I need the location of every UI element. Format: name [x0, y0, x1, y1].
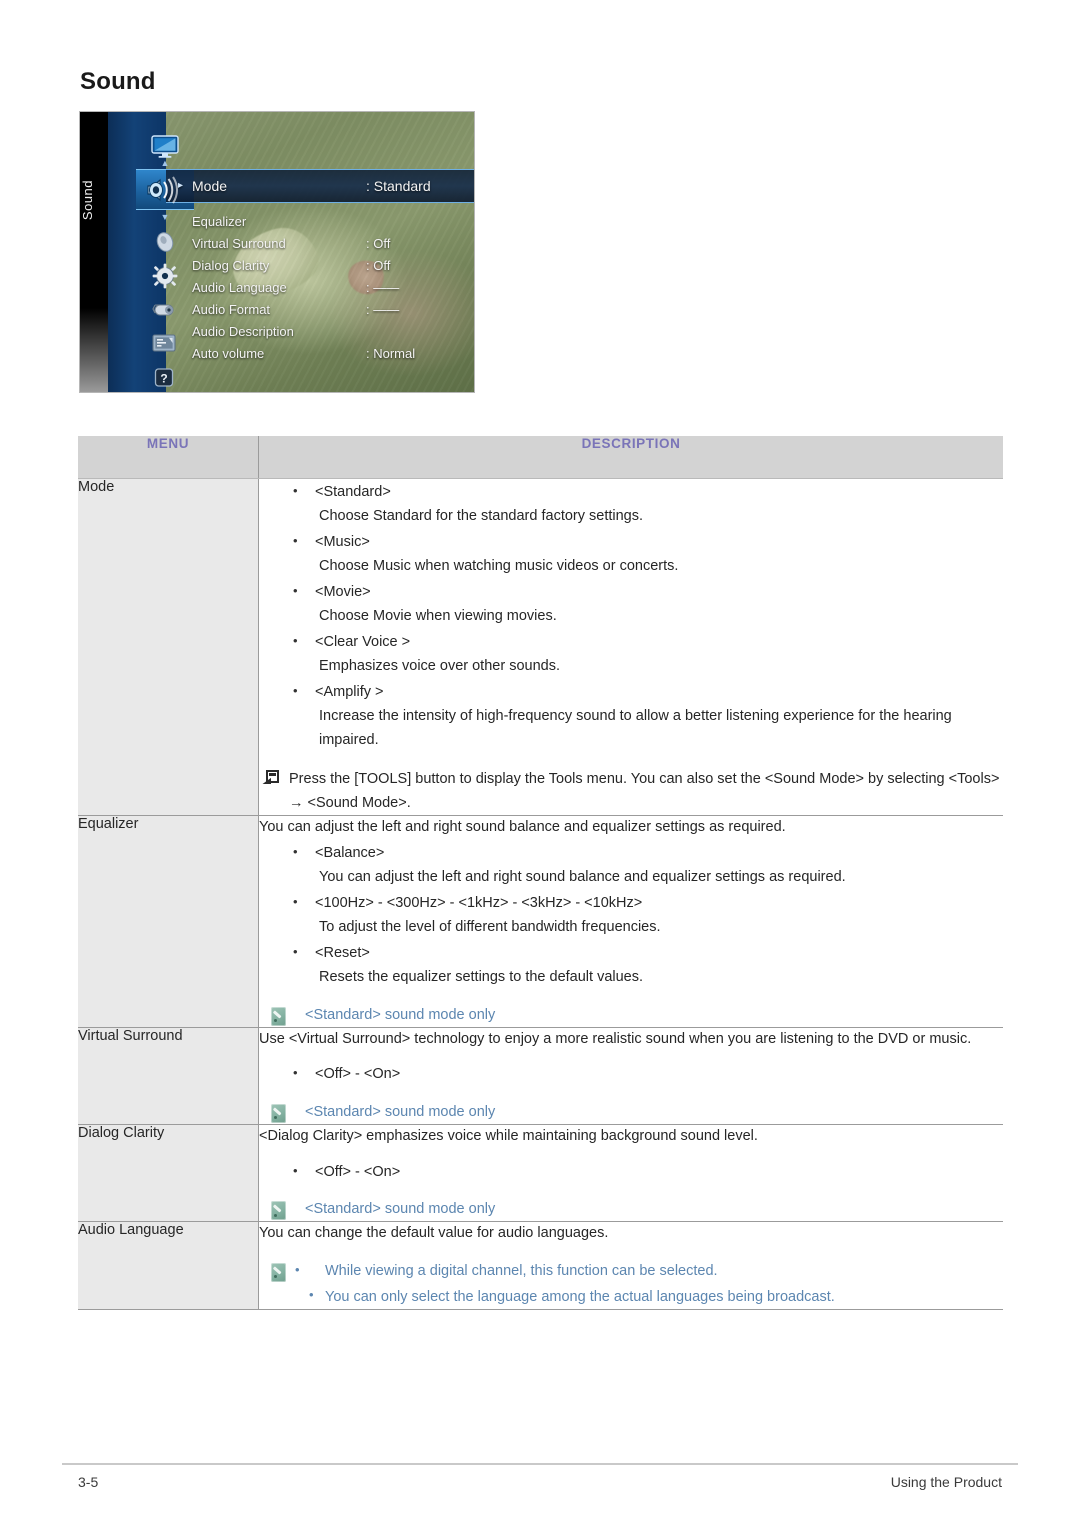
bullet-body: To adjust the level of different bandwid…	[319, 919, 661, 936]
osd-row-label: Dialog Clarity	[192, 258, 270, 273]
bullet-body: You can adjust the left and right sound …	[319, 869, 846, 886]
note-text: <Standard> sound mode only	[305, 1103, 496, 1120]
bullet-head: <Clear Voice >	[259, 630, 1003, 654]
bullet-head: <Off> - <On>	[259, 1062, 1003, 1086]
tools-note-text: Press the [TOOLS] button to display the …	[289, 771, 1000, 811]
manual-page: Sound Sound ▲ ▼ ? ▸ Mode: Standard Equa…	[0, 0, 1080, 1527]
menu-cell-virtual-surround: Virtual Surround	[78, 1027, 259, 1126]
note-text: <Standard> sound mode only	[305, 1006, 496, 1023]
osd-row-equalizer[interactable]: Equalizer	[166, 211, 474, 233]
note-bullet-icon: •	[295, 1261, 300, 1277]
column-header-menu: MENU	[78, 436, 259, 479]
osd-row-dialog-clarity[interactable]: Dialog Clarity : Off	[166, 255, 474, 277]
note-pencil-icon	[271, 1103, 286, 1123]
osd-side-strip: Sound	[80, 112, 108, 392]
page-title: Sound	[80, 68, 156, 95]
sound-icon[interactable]	[136, 172, 194, 208]
osd-row-label: Equalizer	[192, 214, 247, 229]
osd-row-label: Audio Description	[192, 324, 294, 339]
osd-row-label: Auto volume	[192, 346, 265, 361]
intro-text: You can adjust the left and right sound …	[259, 819, 786, 836]
bullet-head: <Movie>	[259, 580, 1003, 604]
osd-icon-rail: ▲ ▼ ?	[108, 112, 194, 392]
osd-row-value: : Normal	[366, 346, 416, 361]
bullet-head: <Standard>	[259, 480, 1003, 504]
bullet-head: <Balance>	[259, 841, 1003, 865]
note-text: While viewing a digital channel, this fu…	[325, 1262, 718, 1279]
osd-strip-label: Sound	[80, 180, 95, 221]
osd-menu-list: ▸ Mode : Standard Equalizer Virtual Surr…	[166, 112, 474, 392]
osd-row-label: Audio Format	[192, 302, 271, 317]
table-row: Audio Language You can change the defaul…	[78, 1221, 1003, 1311]
note-line: • While viewing a digital channel, this …	[259, 1260, 1003, 1283]
description-cell-dialog-clarity: <Dialog Clarity> emphasizes voice while …	[258, 1124, 1003, 1223]
osd-row-value: : Off	[366, 236, 391, 251]
note-sub-line: You can only select the language among t…	[259, 1285, 1003, 1309]
osd-row-label: Mode	[192, 178, 228, 194]
osd-row-auto-volume[interactable]: Auto volume : Normal	[166, 343, 474, 365]
note-pencil-icon	[271, 1262, 286, 1282]
osd-row-label: Audio Language	[192, 280, 287, 295]
description-cell-audio-language: You can change the default value for aud…	[258, 1221, 1003, 1311]
table-row: Mode <Standard> Choose Standard for the …	[78, 478, 1003, 817]
osd-row-virtual-surround[interactable]: Virtual Surround : Off	[166, 233, 474, 255]
tv-osd-screenshot: Sound ▲ ▼ ? ▸ Mode: Standard Equalizer …	[80, 112, 474, 392]
osd-row-label: Virtual Surround	[192, 236, 286, 251]
bullet-body: Resets the equalizer settings to the def…	[319, 969, 644, 986]
note-pencil-icon	[271, 1006, 286, 1026]
menu-description-table: MENU DESCRIPTION Mode <Standard> Choose …	[78, 436, 1003, 1311]
menu-cell-audio-language: Audio Language	[78, 1221, 259, 1311]
intro-text: <Dialog Clarity> emphasizes voice while …	[259, 1128, 758, 1145]
column-header-description: DESCRIPTION	[258, 436, 1003, 479]
bullet-head: <Amplify >	[259, 680, 1003, 704]
note-line: <Standard> sound mode only	[259, 1101, 1003, 1124]
table-row: Equalizer You can adjust the left and ri…	[78, 815, 1003, 1028]
page-number: 3-5	[78, 1474, 99, 1490]
note-text: <Standard> sound mode only	[305, 1201, 496, 1217]
bullet-body: Emphasizes voice over other sounds.	[319, 658, 560, 675]
bullet-body: Choose Standard for the standard factory…	[319, 508, 644, 525]
note-line: <Standard> sound mode only	[259, 1004, 1003, 1027]
menu-cell-equalizer: Equalizer	[78, 815, 259, 1028]
osd-row-audio-format[interactable]: Audio Format : ——	[166, 299, 474, 321]
footer-section-title: Using the Product	[890, 1474, 1002, 1490]
description-cell-equalizer: You can adjust the left and right sound …	[258, 815, 1003, 1028]
note-pencil-icon	[271, 1201, 286, 1220]
menu-cell-mode: Mode	[78, 478, 259, 817]
description-cell-mode: <Standard> Choose Standard for the stand…	[258, 478, 1003, 817]
description-cell-virtual-surround: Use <Virtual Surround> technology to enj…	[258, 1027, 1003, 1126]
footer-divider	[62, 1463, 1018, 1465]
table-header: MENU DESCRIPTION	[78, 436, 1003, 479]
note-line: <Standard> sound mode only	[259, 1198, 1003, 1221]
osd-row-audio-description[interactable]: Audio Description	[166, 321, 474, 343]
intro-text: You can change the default value for aud…	[259, 1225, 609, 1242]
bullet-head: <Music>	[259, 530, 1003, 554]
table-header-row: MENU DESCRIPTION	[78, 436, 1003, 479]
osd-row-value: : Off	[366, 258, 391, 273]
menu-cell-dialog-clarity: Dialog Clarity	[78, 1124, 259, 1223]
osd-row-value: : ——	[366, 280, 400, 295]
bullet-body: Choose Movie when viewing movies.	[319, 608, 557, 625]
tools-note: Press the [TOOLS] button to display the …	[259, 768, 1003, 815]
osd-row-value: : Standard	[366, 178, 431, 194]
tools-note-icon	[262, 770, 280, 786]
osd-row-audio-language[interactable]: Audio Language : ——	[166, 277, 474, 299]
table-body: Mode <Standard> Choose Standard for the …	[78, 478, 1003, 1311]
bullet-head: <Reset>	[259, 941, 1003, 965]
osd-row-value: : ——	[366, 302, 400, 317]
bullet-body: Choose Music when watching music videos …	[319, 558, 679, 575]
osd-row-mode[interactable]: ▸ Mode : Standard	[166, 169, 474, 203]
table-row: Virtual Surround Use <Virtual Surround> …	[78, 1027, 1003, 1126]
bullet-body: Increase the intensity of high-frequency…	[319, 708, 952, 748]
table-row: Dialog Clarity <Dialog Clarity> emphasiz…	[78, 1124, 1003, 1223]
bullet-head: <Off> - <On>	[259, 1159, 1003, 1184]
intro-text: Use <Virtual Surround> technology to enj…	[259, 1030, 972, 1047]
bullet-head: <100Hz> - <300Hz> - <1kHz> - <3kHz> - <1…	[259, 891, 1003, 915]
